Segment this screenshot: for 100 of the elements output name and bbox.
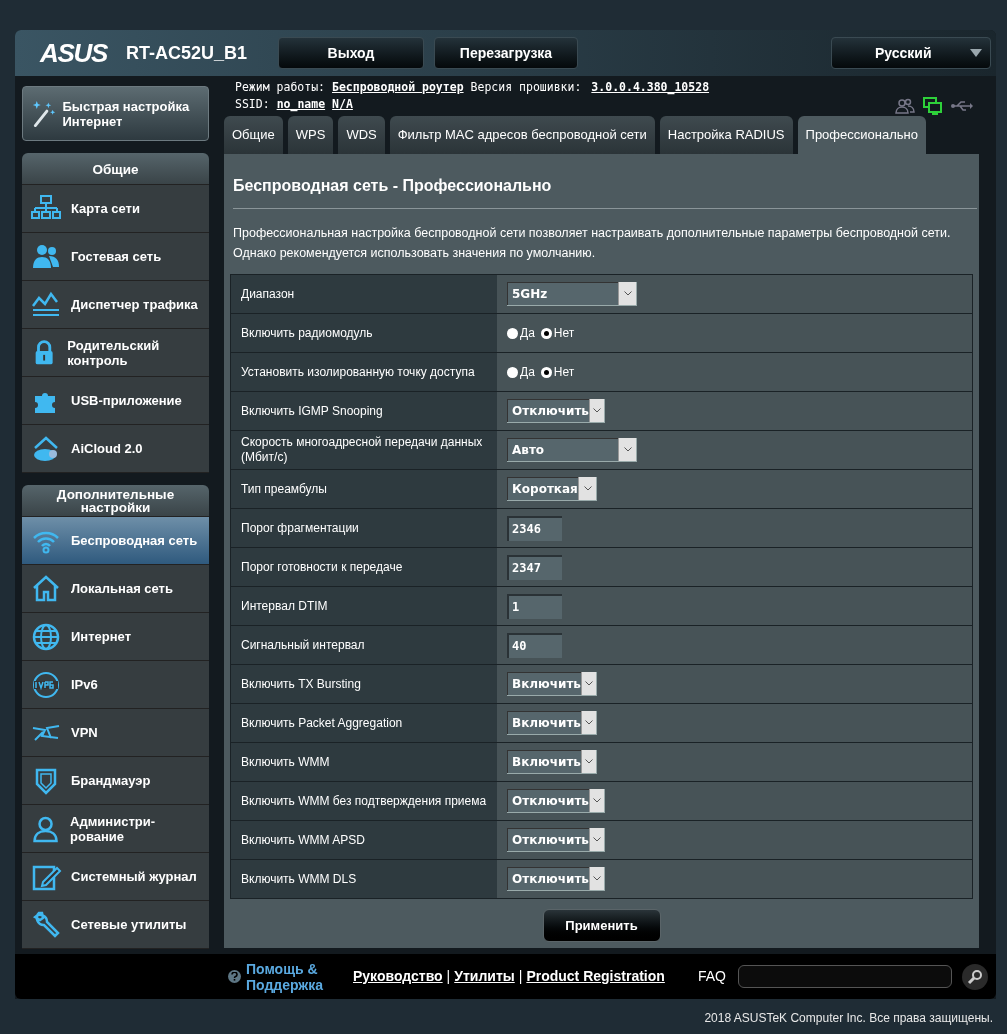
operation-mode-link[interactable]: Беспроводной роутер xyxy=(332,79,464,96)
chevron-down-icon xyxy=(580,672,596,695)
setting-label: Включить WMM xyxy=(231,743,497,781)
radio-label: Нет xyxy=(553,325,575,342)
quick-setup-button[interactable]: Быстрая настройка Интернет xyxy=(22,86,209,141)
firmware-version-link[interactable]: 3.0.0.4.380_10528 xyxy=(591,79,710,96)
setting-label: Включить радиомодуль xyxy=(231,314,497,352)
dropdown[interactable]: Включить xyxy=(507,750,597,774)
globe-icon xyxy=(30,621,62,652)
input-field[interactable]: 40 xyxy=(507,632,562,658)
footer-link[interactable]: Утилиты xyxy=(454,966,515,987)
sidebar-item[interactable]: USB-приложение xyxy=(22,377,209,425)
reboot-button[interactable]: Перезагрузка xyxy=(434,37,578,69)
page-description: Профессиональная настройка беспроводной сети позволяет настраивать дополнительные параметры беспроводной сети. Однако рекомендуется использовать значения по умолчанию. xyxy=(232,225,952,262)
language-select[interactable]: Русский xyxy=(831,37,991,69)
sidebar-item[interactable]: Родительский контроль xyxy=(22,329,209,377)
chevron-down-icon xyxy=(588,828,604,851)
chevron-down-icon xyxy=(588,399,604,422)
sidebar-item[interactable]: VPN xyxy=(22,709,209,757)
ipv6-globe-icon xyxy=(30,669,62,700)
sidebar-item[interactable]: Администри-рование xyxy=(22,805,209,853)
chevron-down-icon xyxy=(618,438,636,461)
tab[interactable]: WDS xyxy=(338,116,385,154)
chevron-down-icon xyxy=(588,789,604,812)
radio-button[interactable] xyxy=(540,366,552,378)
search-icon[interactable] xyxy=(962,963,988,990)
footer-link[interactable]: Руководство xyxy=(353,966,443,987)
radio-label: Да xyxy=(520,325,535,342)
setting-label: Включить WMM APSD xyxy=(231,821,497,859)
chevron-down-icon xyxy=(588,867,604,890)
sidebar-item[interactable]: Сетевые утилиты xyxy=(22,901,209,949)
setting-label: Включить TX Bursting xyxy=(231,665,497,703)
footer-link[interactable]: Product Registration xyxy=(526,966,665,987)
dropdown[interactable]: Отключить xyxy=(507,828,605,852)
chevron-down-icon xyxy=(580,711,596,734)
setting-label: Сигнальный интервал xyxy=(231,626,497,664)
sidebar-item[interactable]: Локальная сеть xyxy=(22,565,209,613)
help-support-link[interactable]: Помощь & Поддержка xyxy=(246,960,336,993)
sidebar-item[interactable]: Брандмауэр xyxy=(22,757,209,805)
dropdown[interactable]: Короткая xyxy=(507,477,597,501)
network-monitor-icon xyxy=(923,96,943,115)
dropdown[interactable]: Отключить xyxy=(507,867,605,891)
separator: | xyxy=(518,967,523,986)
dropdown[interactable]: Отключить xyxy=(507,399,605,423)
wrench-icon xyxy=(30,909,62,940)
setting-label: Диапазон xyxy=(231,275,497,313)
firmware-label: Версия прошивки: xyxy=(470,79,582,96)
help-icon xyxy=(228,970,241,983)
clients-icon xyxy=(895,97,915,114)
dropdown[interactable]: Отключить xyxy=(507,789,605,813)
mode-label: Режим работы: xyxy=(235,79,325,96)
radio-button[interactable] xyxy=(540,327,552,339)
tab[interactable]: Настройка RADIUS xyxy=(659,116,793,154)
page-title: Беспроводная сеть - Профессионально xyxy=(233,174,977,209)
tab[interactable]: WPS xyxy=(287,116,334,154)
dropdown[interactable]: Включить xyxy=(507,711,597,735)
section-header: Общие xyxy=(22,153,209,185)
radio-label: Нет xyxy=(553,364,575,381)
ssid-link[interactable]: no_name xyxy=(276,96,326,113)
faq-label: FAQ xyxy=(698,967,726,986)
input-field[interactable]: 2347 xyxy=(507,554,562,580)
dropdown[interactable]: Авто xyxy=(507,438,637,462)
tab[interactable]: Общие xyxy=(224,116,283,154)
dropdown[interactable]: Включить xyxy=(507,672,597,696)
setting-label: Включить IGMP Snooping xyxy=(231,392,497,430)
faq-search-field[interactable] xyxy=(738,965,952,988)
sidebar-item[interactable]: Системный журнал xyxy=(22,853,209,901)
setting-label: Тип преамбулы xyxy=(231,470,497,508)
sidebar-item[interactable]: Гостевая сеть xyxy=(22,233,209,281)
setting-label: Установить изолированную точку доступа xyxy=(231,353,497,391)
setting-label: Скорость многоадресной передачи данных (Мбит/с) xyxy=(231,431,497,469)
usb-icon xyxy=(951,99,973,112)
sidebar-item[interactable]: IPv6 xyxy=(22,661,209,709)
setting-label: Включить WMM без подтверждения приема xyxy=(231,782,497,820)
brand-logo: ASUS xyxy=(40,36,109,70)
sidebar-item[interactable]: Беспроводная сеть xyxy=(22,517,209,565)
section-header: Дополнительные настройки xyxy=(22,485,209,517)
radio-label: Да xyxy=(520,364,535,381)
setting-label: Включить WMM DLS xyxy=(231,860,497,898)
logout-button[interactable]: Выход xyxy=(278,37,424,69)
radio-button[interactable] xyxy=(507,327,518,339)
sidebar-item[interactable]: Диспетчер трафика xyxy=(22,281,209,329)
setting-label: Порог фрагментации xyxy=(231,509,497,547)
tab[interactable]: Фильтр MAC адресов беспроводной сети xyxy=(389,116,655,154)
setting-label: Включить Packet Aggregation xyxy=(231,704,497,742)
sidebar-item[interactable]: Интернет xyxy=(22,613,209,661)
radio-button[interactable] xyxy=(507,366,518,378)
chevron-down-icon xyxy=(580,750,596,773)
sidebar-item[interactable]: AiCloud 2.0 xyxy=(22,425,209,473)
apply-button[interactable]: Применить xyxy=(542,909,661,942)
dropdown[interactable]: 5GHz xyxy=(507,282,637,306)
dropdown-arrow-icon xyxy=(970,49,982,57)
ssid-link[interactable]: N/A xyxy=(332,96,353,113)
tab[interactable]: Профессионально xyxy=(797,116,926,154)
input-field[interactable]: 1 xyxy=(507,593,562,619)
model-name: RT-AC52U_B1 xyxy=(126,41,249,65)
sidebar-item[interactable]: Карта сети xyxy=(22,185,209,233)
chevron-down-icon xyxy=(578,477,596,500)
chevron-down-icon xyxy=(618,282,636,305)
input-field[interactable]: 2346 xyxy=(507,515,562,541)
